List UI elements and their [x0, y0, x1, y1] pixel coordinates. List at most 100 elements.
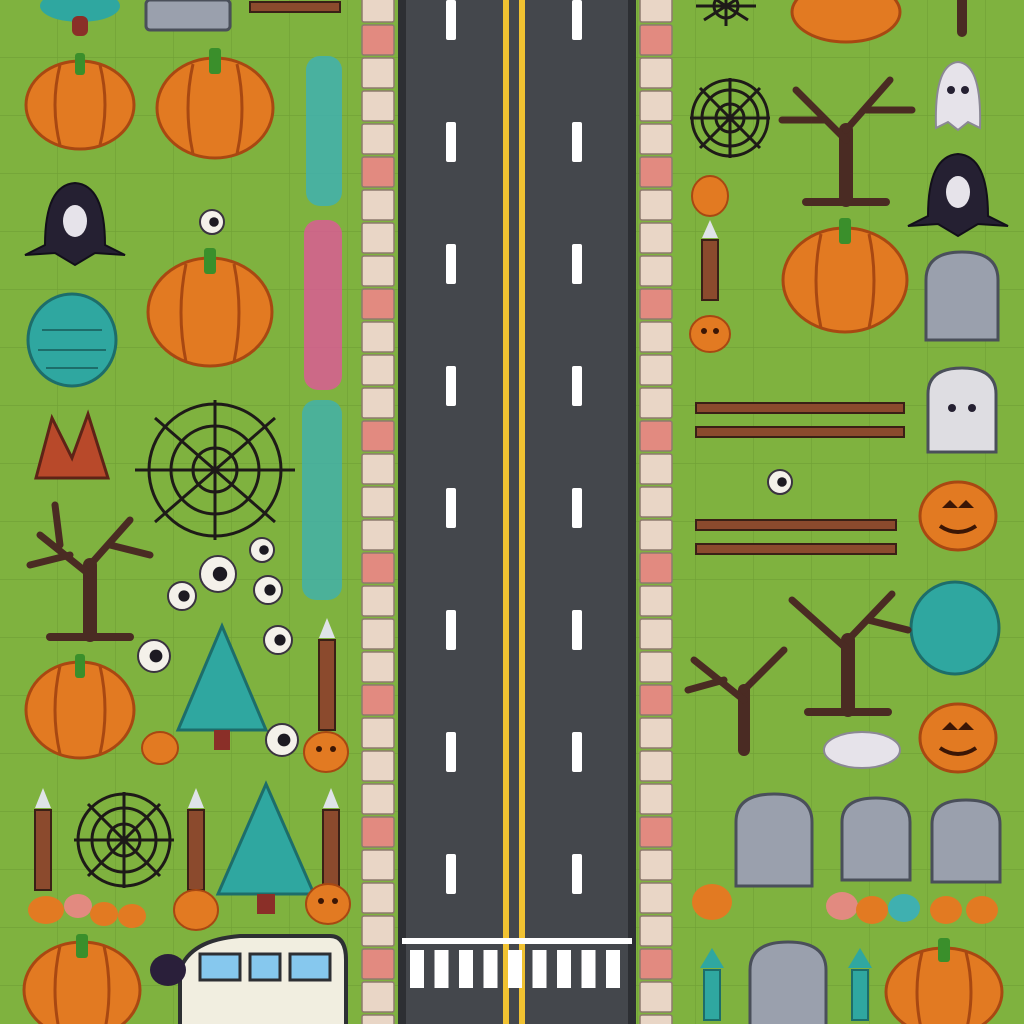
- spider-web: [690, 78, 770, 158]
- curb-block: [361, 981, 395, 1013]
- right-curb: [639, 0, 673, 1024]
- curb-block: [639, 90, 673, 122]
- eyeball: [167, 581, 197, 611]
- curb-block: [361, 717, 395, 749]
- curb-block: [361, 57, 395, 89]
- road: [398, 0, 636, 1024]
- curb-block: [361, 24, 395, 56]
- crosswalk-stripe: [508, 950, 522, 988]
- curb-block: [361, 123, 395, 155]
- curb-block: [639, 618, 673, 650]
- lane-dash: [572, 366, 582, 406]
- tombstone: [924, 250, 1000, 342]
- curb-block: [361, 849, 395, 881]
- curb-block: [361, 651, 395, 683]
- curb-block: [639, 519, 673, 551]
- lamp-post: [318, 618, 336, 731]
- curb-block: [639, 783, 673, 815]
- curb-block: [639, 717, 673, 749]
- center-line-left: [503, 0, 509, 1024]
- spider-web: [135, 400, 295, 540]
- tombstone: [840, 796, 912, 882]
- crosswalk-stripe: [459, 950, 473, 988]
- jack-o-lantern: [918, 702, 998, 774]
- curb-block: [639, 123, 673, 155]
- curb-block: [361, 684, 395, 716]
- tombstone: [734, 792, 814, 888]
- lane-dash: [446, 366, 456, 406]
- lane-dash: [572, 732, 582, 772]
- lamp-post: [322, 788, 340, 891]
- curb-block: [361, 783, 395, 815]
- lamp-post: [187, 788, 205, 891]
- curb-block: [361, 453, 395, 485]
- tombstone: [926, 366, 998, 454]
- curb-block: [361, 321, 395, 353]
- curb-block: [639, 651, 673, 683]
- lane-dash: [446, 0, 456, 40]
- curb-block: [639, 387, 673, 419]
- curb-block: [639, 816, 673, 848]
- curb-block: [361, 90, 395, 122]
- curb-block: [361, 1014, 395, 1024]
- curb-block: [639, 981, 673, 1013]
- lamp-post: [34, 788, 52, 891]
- curb-block: [361, 189, 395, 221]
- jack-o-lantern: [173, 889, 219, 931]
- curb-block: [639, 948, 673, 980]
- curb-block: [639, 57, 673, 89]
- curb-block: [639, 354, 673, 386]
- curb-block: [639, 255, 673, 287]
- flower-column: [302, 56, 342, 600]
- left-curb: [361, 0, 395, 1024]
- halloween-road-tileset: [0, 0, 1024, 1024]
- lane-dash: [446, 122, 456, 162]
- van: [178, 934, 348, 1024]
- curb-block: [639, 24, 673, 56]
- lane-dash: [572, 488, 582, 528]
- curb-block: [361, 288, 395, 320]
- road-edge-right: [628, 0, 636, 1024]
- curb-block: [361, 519, 395, 551]
- lane-dash: [446, 732, 456, 772]
- eyeball: [253, 575, 283, 605]
- curb-block: [639, 750, 673, 782]
- crosswalk-stripe: [434, 950, 449, 988]
- curb-block: [639, 849, 673, 881]
- eyeball: [199, 209, 225, 235]
- fence: [249, 1, 341, 13]
- jack-o-lantern: [691, 175, 729, 217]
- curb-block: [639, 453, 673, 485]
- curb-block: [639, 486, 673, 518]
- teal-tree: [909, 580, 1001, 676]
- jack-o-lantern: [689, 315, 731, 353]
- spider-web: [74, 792, 174, 888]
- jack-o-lantern: [303, 731, 349, 773]
- curb-block: [361, 222, 395, 254]
- curb-block: [361, 882, 395, 914]
- lane-dash: [572, 854, 582, 894]
- lane-dash: [446, 610, 456, 650]
- curb-block: [361, 948, 395, 980]
- lane-dash: [572, 610, 582, 650]
- curb-block: [639, 156, 673, 188]
- jack-o-lantern: [305, 883, 351, 925]
- eyeball: [263, 625, 293, 655]
- crosswalk-stripe: [483, 950, 498, 988]
- eyeball: [199, 555, 237, 593]
- curb-block: [361, 255, 395, 287]
- eyeball: [137, 639, 171, 673]
- curb-block: [361, 0, 395, 23]
- curb-block: [361, 387, 395, 419]
- stop-line: [402, 938, 632, 944]
- crosswalk-stripe: [532, 950, 547, 988]
- curb-block: [361, 156, 395, 188]
- curb-block: [639, 0, 673, 23]
- curb-block: [361, 915, 395, 947]
- curb-block: [639, 585, 673, 617]
- curb-block: [639, 222, 673, 254]
- crosswalk-stripe: [557, 950, 571, 988]
- lane-dash: [572, 244, 582, 284]
- tombstone: [930, 798, 1002, 884]
- eyeball: [249, 537, 275, 563]
